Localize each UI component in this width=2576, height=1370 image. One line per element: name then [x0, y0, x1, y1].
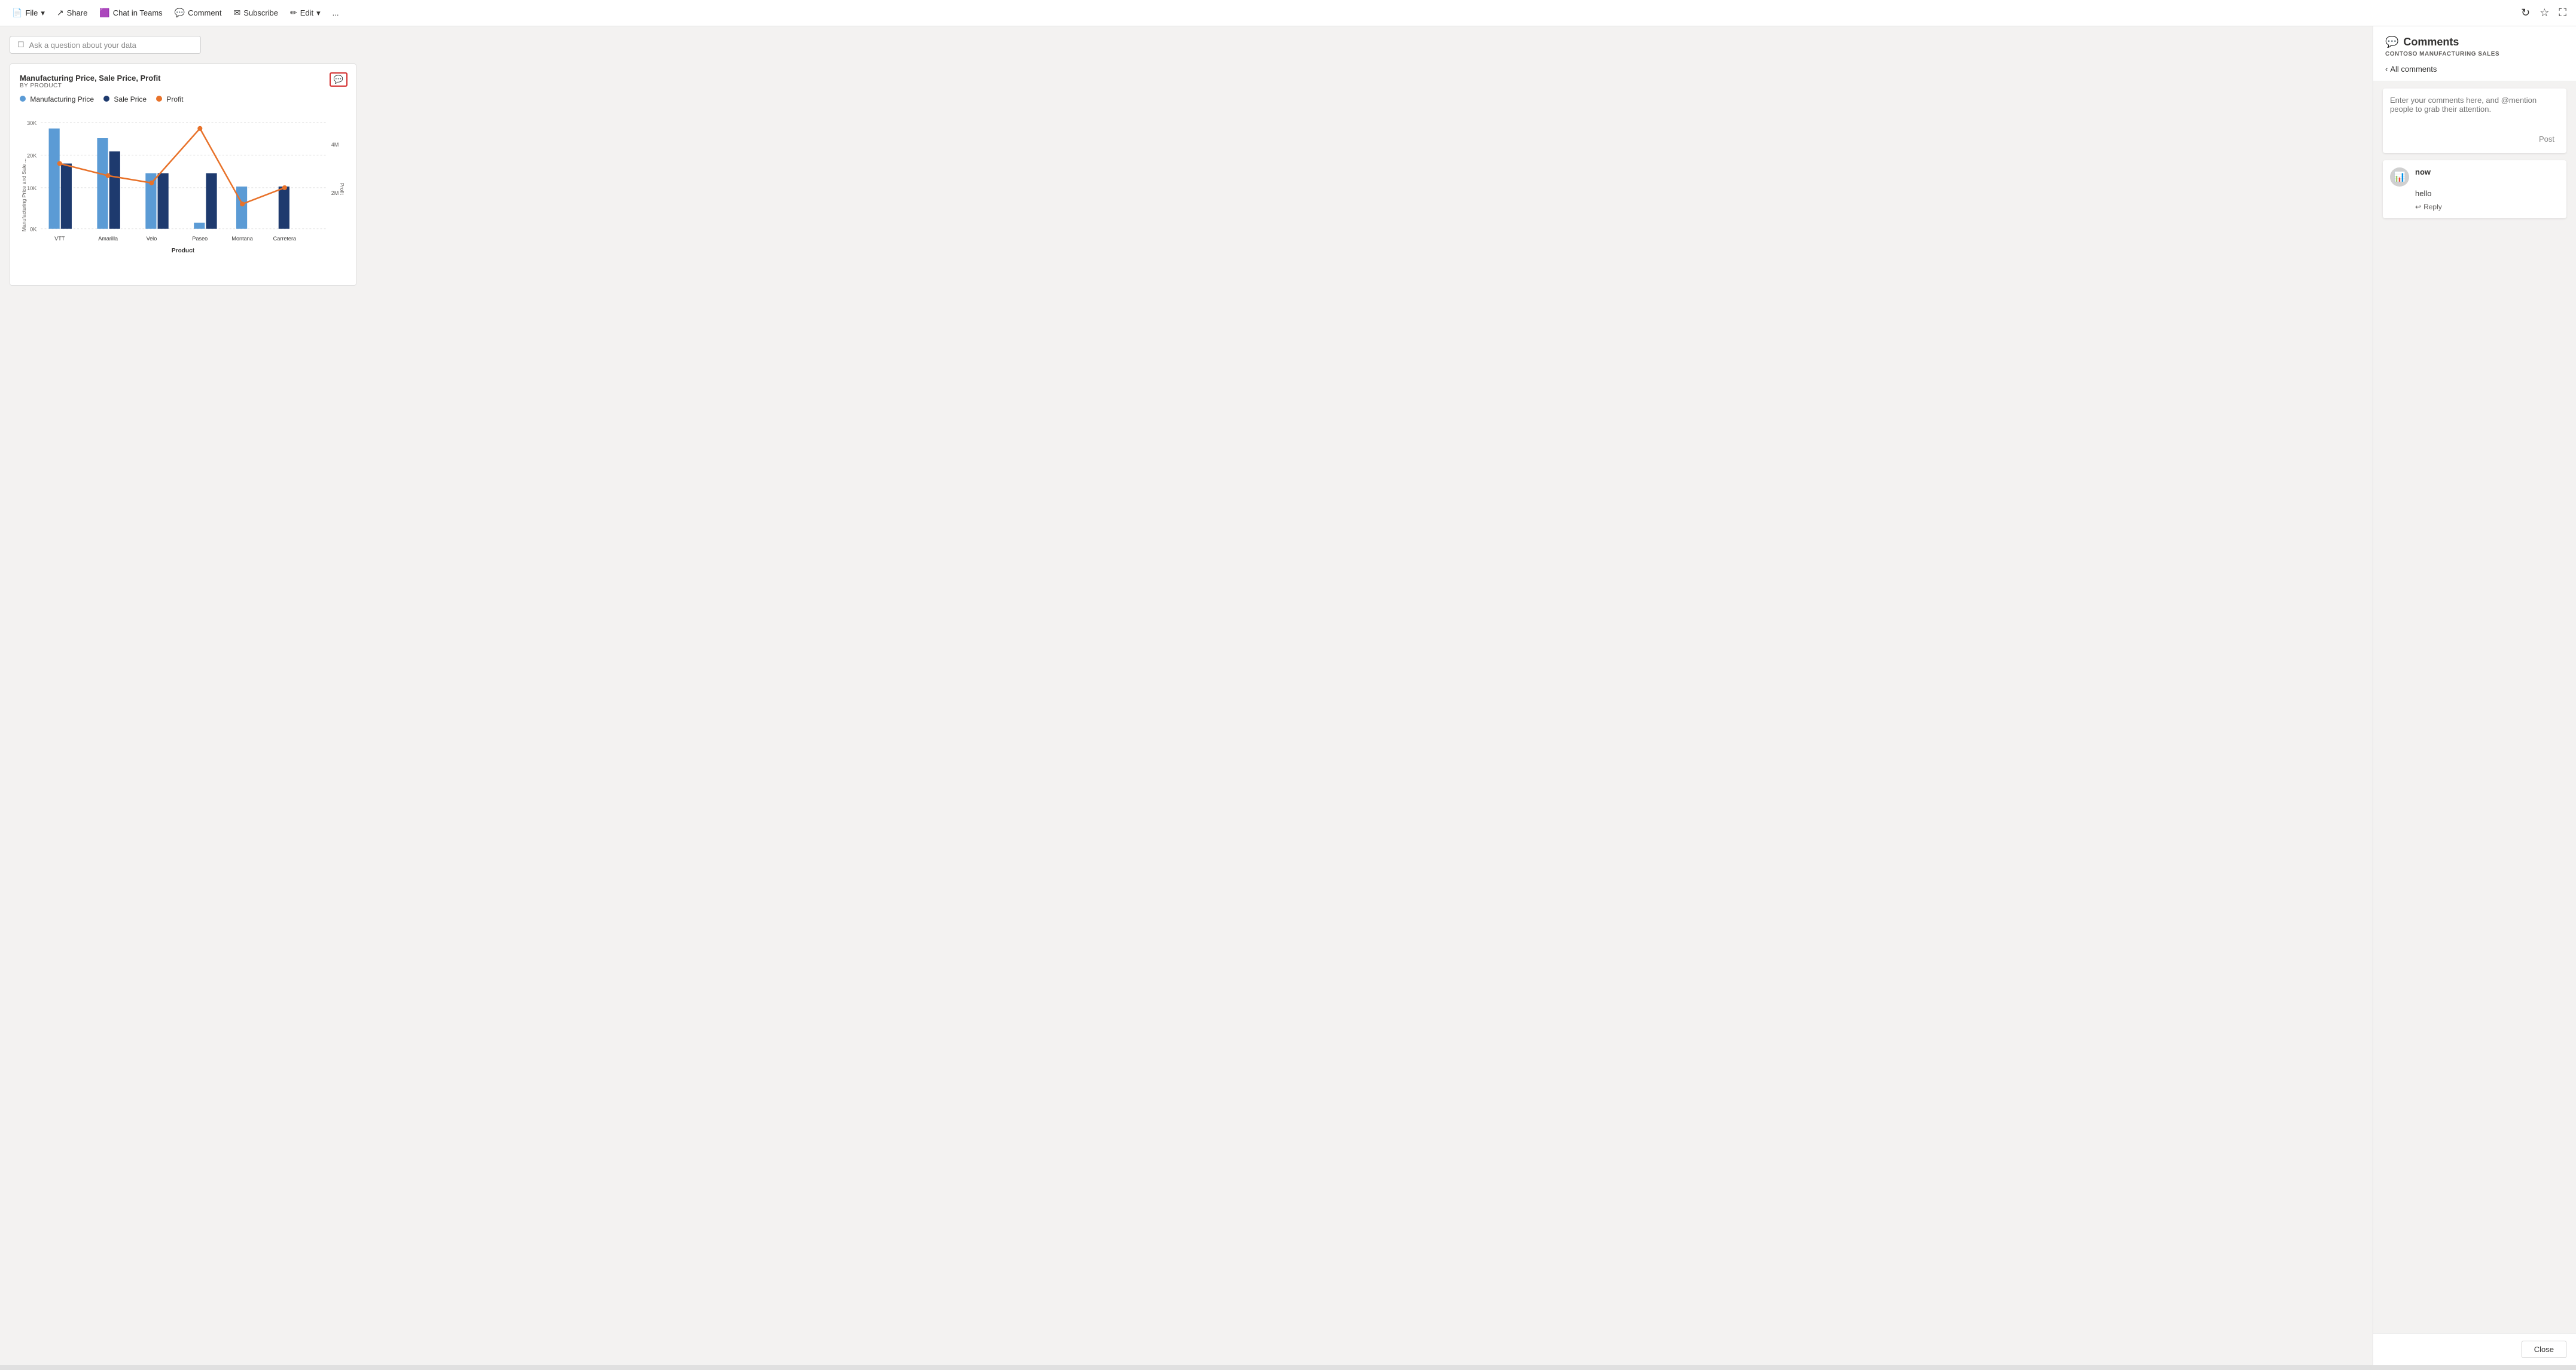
svg-text:Product: Product: [172, 248, 195, 254]
comment-button[interactable]: 💬 Comment: [170, 5, 227, 20]
comment-input-box: Post: [2383, 89, 2566, 153]
svg-text:Velo: Velo: [147, 236, 157, 242]
file-button[interactable]: 📄 File ▾: [7, 5, 50, 20]
back-button[interactable]: ‹ All comments: [2385, 62, 2564, 76]
share-button[interactable]: ↗ Share: [52, 5, 92, 20]
reply-icon: ↩: [2415, 203, 2421, 211]
chart-title: Manufacturing Price, Sale Price, Profit: [20, 74, 346, 83]
svg-text:Montana: Montana: [231, 236, 253, 242]
comment-header: 📊 now: [2390, 167, 2559, 187]
share-label: Share: [67, 8, 88, 17]
svg-text:Profit: Profit: [339, 183, 345, 196]
file-label: File: [25, 8, 38, 17]
edit-label: Edit: [300, 8, 313, 17]
legend-profit: Profit: [156, 95, 183, 103]
legend-dot-profit: [156, 96, 162, 102]
svg-text:0K: 0K: [30, 227, 36, 233]
file-icon: 📄: [12, 8, 22, 18]
svg-text:10K: 10K: [27, 185, 36, 191]
edit-chevron: ▾: [316, 8, 321, 18]
share-icon: ↗: [57, 8, 64, 18]
comment-icon: 💬: [175, 8, 185, 18]
subscribe-label: Subscribe: [243, 8, 278, 17]
chat-in-teams-label: Chat in Teams: [113, 8, 163, 17]
legend-sale: Sale Price: [103, 95, 147, 103]
comments-panel-icon: 💬: [2385, 36, 2398, 48]
comments-sidebar: 💬 Comments CONTOSO MANUFACTURING SALES ‹…: [2373, 26, 2576, 1365]
reply-button[interactable]: ↩ Reply: [2415, 203, 2559, 211]
more-label: ...: [333, 8, 339, 17]
legend-manufacturing: Manufacturing Price: [20, 95, 94, 103]
qa-bar[interactable]: ☐ Ask a question about your data: [10, 36, 201, 54]
chart-subtitle: BY PRODUCT: [20, 83, 346, 89]
edit-button[interactable]: ✏ Edit ▾: [285, 5, 325, 20]
legend-dot-sale: [103, 96, 109, 102]
comments-panel-title: Comments: [2403, 36, 2459, 48]
subscribe-button[interactable]: ✉ Subscribe: [228, 5, 283, 20]
fullscreen-button[interactable]: ⛶: [2556, 4, 2569, 22]
comment-author: now: [2415, 167, 2559, 176]
comment-label: Comment: [188, 8, 221, 17]
chart-legend: Manufacturing Price Sale Price Profit: [20, 95, 346, 103]
content-area: ☐ Ask a question about your data 💬 Manuf…: [0, 26, 2373, 1365]
comment-text: hello: [2415, 189, 2559, 198]
avatar: 📊: [2390, 167, 2409, 187]
post-button[interactable]: Post: [2534, 132, 2559, 146]
chart-comment-button[interactable]: 💬: [330, 72, 347, 87]
toolbar-right: ↻ ☆ ⛶: [2519, 4, 2569, 22]
bottom-scrollbar[interactable]: [0, 1365, 2576, 1370]
sidebar-body: Post 📊 now hello ↩ Reply: [2373, 81, 2576, 1333]
svg-text:Carretera: Carretera: [273, 236, 297, 242]
sidebar-footer: Close: [2373, 1333, 2576, 1365]
svg-text:Paseo: Paseo: [192, 236, 208, 242]
sidebar-title: 💬 Comments: [2385, 36, 2564, 48]
favorite-button[interactable]: ☆: [2537, 4, 2551, 22]
qa-icon: ☐: [17, 40, 25, 50]
main-area: ☐ Ask a question about your data 💬 Manuf…: [0, 26, 2576, 1365]
sidebar-header: 💬 Comments CONTOSO MANUFACTURING SALES ‹…: [2373, 26, 2576, 81]
svg-text:Amarilla: Amarilla: [98, 236, 118, 242]
svg-text:20K: 20K: [27, 152, 36, 158]
close-button[interactable]: Close: [2522, 1341, 2566, 1358]
chart-svg: 30K 20K 10K 0K Manufacturing Price and S…: [20, 108, 346, 276]
svg-text:4M: 4M: [331, 142, 339, 148]
svg-text:2M: 2M: [331, 190, 339, 196]
file-chevron: ▾: [41, 8, 45, 18]
svg-text:Manufacturing Price and Sale .: Manufacturing Price and Sale ...: [21, 158, 27, 231]
qa-placeholder: Ask a question about your data: [29, 41, 136, 50]
all-comments-label: All comments: [2390, 65, 2437, 74]
more-button[interactable]: ...: [328, 6, 344, 20]
comment-meta: now: [2415, 167, 2559, 176]
toolbar: 📄 File ▾ ↗ Share 🟪 Chat in Teams 💬 Comme…: [0, 0, 2576, 26]
edit-icon: ✏: [290, 8, 297, 18]
comment-item: 📊 now hello ↩ Reply: [2383, 160, 2566, 218]
svg-text:VTT: VTT: [54, 236, 65, 242]
report-name: CONTOSO MANUFACTURING SALES: [2385, 51, 2564, 57]
chevron-left-icon: ‹: [2385, 65, 2388, 74]
teams-icon: 🟪: [99, 8, 109, 18]
refresh-button[interactable]: ↻: [2519, 4, 2532, 22]
comment-textarea[interactable]: [2390, 96, 2559, 126]
chart-card: 💬 Manufacturing Price, Sale Price, Profi…: [10, 63, 356, 286]
svg-text:30K: 30K: [27, 120, 36, 126]
legend-dot-manufacturing: [20, 96, 26, 102]
avatar-icon: 📊: [2394, 171, 2406, 183]
comment-actions: Post: [2390, 132, 2559, 146]
subscribe-icon: ✉: [233, 8, 240, 18]
reply-label: Reply: [2423, 203, 2442, 211]
chat-in-teams-button[interactable]: 🟪 Chat in Teams: [94, 5, 167, 20]
